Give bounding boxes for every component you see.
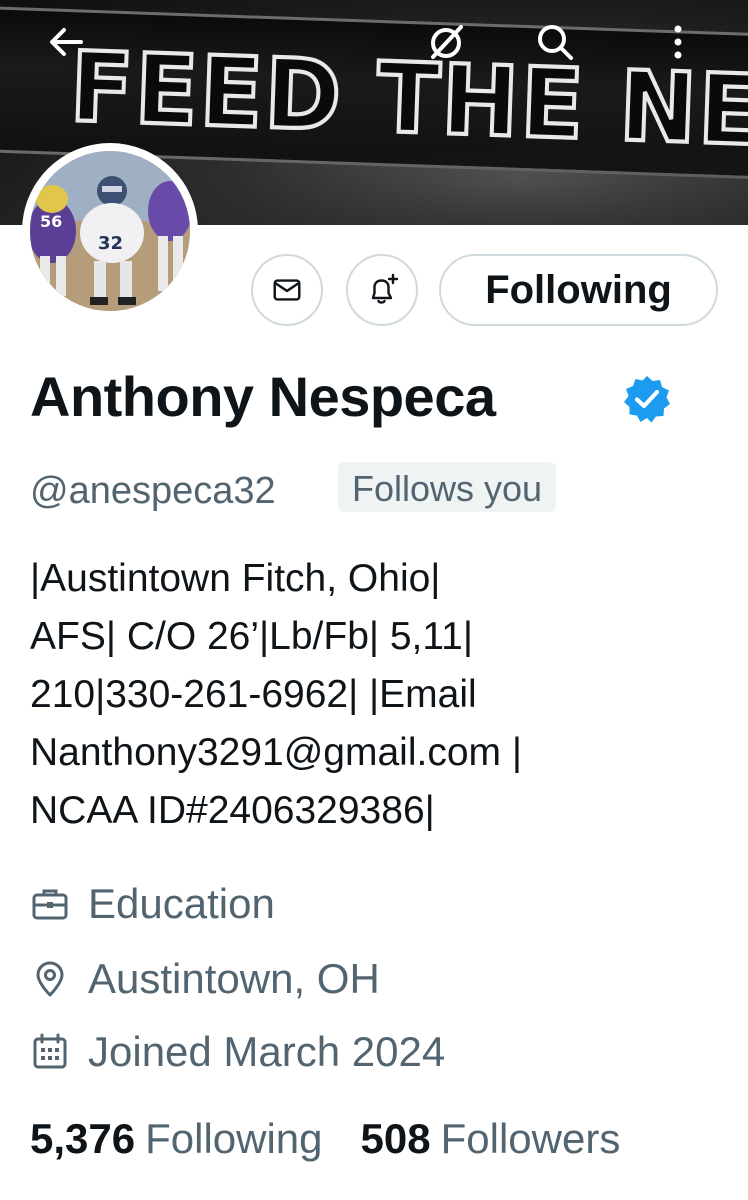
location-pin-icon xyxy=(36,961,64,997)
grok-slash-circle-icon xyxy=(431,25,463,59)
more-button[interactable] xyxy=(656,20,700,64)
follow-stats: 5,376 Following 508 Followers xyxy=(30,1115,620,1163)
notifications-button[interactable] xyxy=(346,254,418,326)
envelope-icon xyxy=(273,279,301,301)
verified-badge-icon xyxy=(624,376,670,423)
following-count: 5,376 xyxy=(30,1115,136,1162)
followers-count: 508 xyxy=(360,1115,431,1162)
back-button[interactable] xyxy=(44,20,88,64)
followers-stat[interactable]: 508 Followers xyxy=(361,1115,621,1163)
category-label: Education xyxy=(88,880,275,927)
search-button[interactable] xyxy=(533,20,577,64)
profile-category: Education xyxy=(30,880,275,928)
avatar[interactable]: 56 32 xyxy=(22,143,198,319)
bio-line: NCAA ID#2406329386| xyxy=(30,789,435,832)
bio-line: |Austintown Fitch, Ohio| xyxy=(30,557,441,600)
following-stat[interactable]: 5,376 Following xyxy=(30,1115,323,1163)
following-label: Following xyxy=(145,1115,323,1162)
bio-email-line[interactable]: Nanthony3291@gmail.com | xyxy=(30,724,730,782)
profile-join-date: Joined March 2024 xyxy=(30,1028,445,1076)
profile-name: Anthony Nespeca xyxy=(30,365,496,428)
svg-text:32: 32 xyxy=(98,233,123,254)
profile-bio: |Austintown Fitch, Ohio| AFS| C/O 26’|Lb… xyxy=(30,550,730,840)
follows-you-badge: Follows you xyxy=(338,462,557,512)
bio-line: AFS| C/O 26’|Lb/Fb| 5,11| xyxy=(30,615,473,658)
location-label: Austintown, OH xyxy=(88,955,380,1002)
message-button[interactable] xyxy=(251,254,323,326)
calendar-icon xyxy=(33,1033,67,1069)
grok-button[interactable] xyxy=(424,20,468,64)
profile-handle: @anespeca32 xyxy=(30,470,276,512)
briefcase-icon xyxy=(32,889,68,920)
avatar-photo: 56 32 xyxy=(30,151,190,311)
more-vertical-icon xyxy=(674,25,682,59)
join-date-label: Joined March 2024 xyxy=(88,1028,446,1075)
profile-location: Austintown, OH xyxy=(30,955,380,1003)
followers-label: Followers xyxy=(440,1115,621,1162)
bio-line: 210|330-261-6962| |Email xyxy=(30,673,477,716)
svg-text:56: 56 xyxy=(40,212,62,231)
bell-plus-icon xyxy=(371,273,399,304)
arrow-left-icon xyxy=(50,28,83,56)
search-icon xyxy=(538,25,573,60)
following-button[interactable]: Following xyxy=(439,254,718,326)
